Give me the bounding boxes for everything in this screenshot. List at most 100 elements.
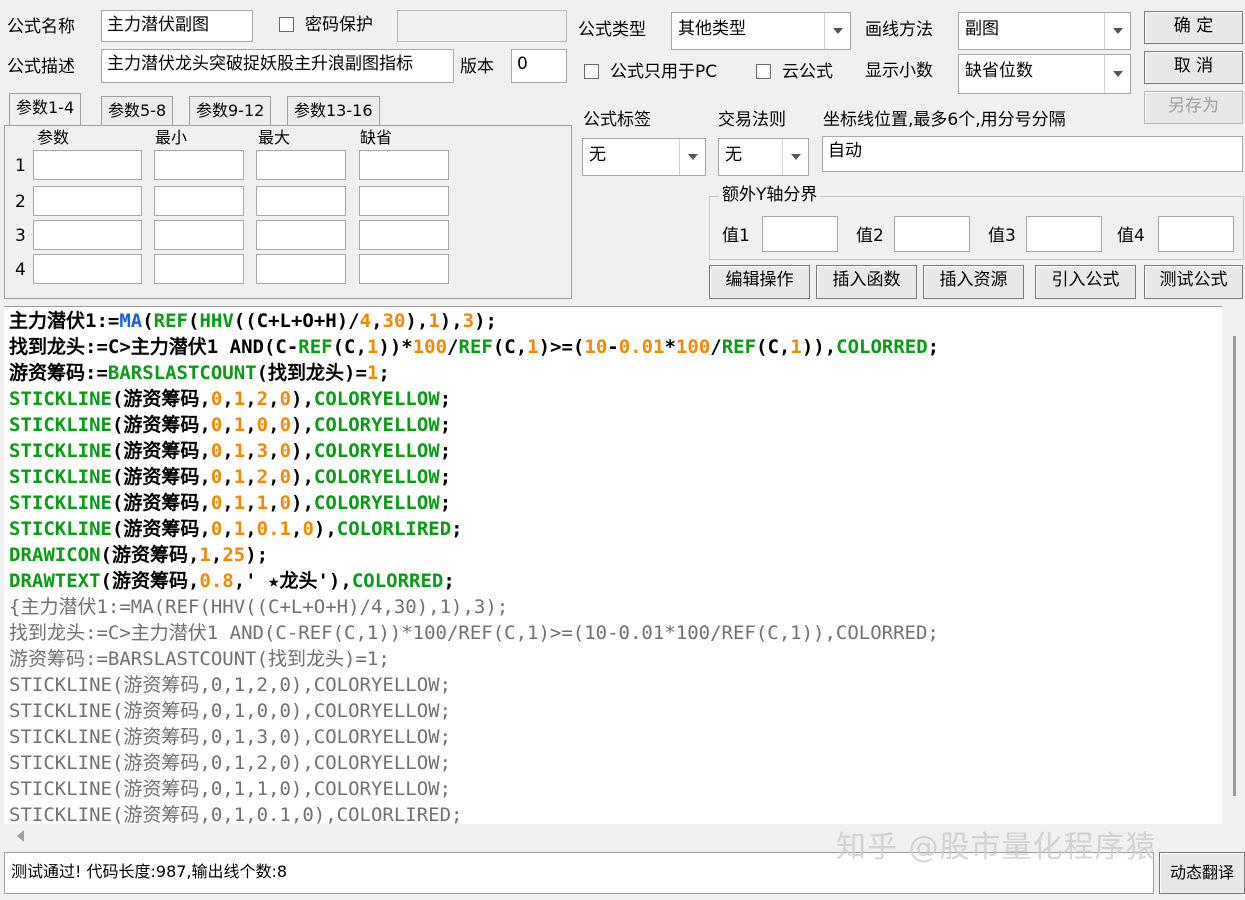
save-as-button[interactable]: 另存为 <box>1144 91 1243 124</box>
code-token: , <box>222 440 234 462</box>
code-token: 0 <box>210 466 223 488</box>
code-token: 0 <box>210 518 223 540</box>
code-line: 游资筹码:=BARSLASTCOUNT(找到龙头)=1; <box>9 360 1222 386</box>
param-row-number: 2 <box>15 192 26 212</box>
param-max-input[interactable] <box>256 220 346 250</box>
code-token: (游资筹码, <box>111 518 211 540</box>
param-default-input[interactable] <box>359 254 449 284</box>
y-value-3-input[interactable] <box>1026 216 1102 252</box>
tab-params-1-4[interactable]: 参数1-4 <box>9 93 82 126</box>
param-max-input[interactable] <box>256 186 346 216</box>
code-token: ), <box>291 466 314 488</box>
password-label: 密码保护 <box>305 15 373 35</box>
code-token: 1 <box>233 518 246 540</box>
ok-button[interactable]: 确 定 <box>1144 11 1243 44</box>
code-token: ); <box>245 544 269 566</box>
code-token: STICKLINE <box>9 388 112 410</box>
code-token: STICKLINE <box>9 466 112 488</box>
decimals-select[interactable]: 缺省位数 <box>958 54 1131 94</box>
edit-operations-button[interactable]: 编辑操作 <box>709 265 810 299</box>
code-token: REF <box>721 336 757 358</box>
draw-method-select[interactable]: 副图 <box>958 12 1131 50</box>
param-name-input[interactable] <box>33 254 142 284</box>
tab-params-13-16[interactable]: 参数13-16 <box>287 96 380 125</box>
pc-only-checkbox[interactable] <box>584 64 599 79</box>
code-token: 0 <box>210 414 223 436</box>
version-input[interactable]: 0 <box>511 49 567 83</box>
code-token: COLORYELLOW <box>313 492 440 514</box>
formula-tag-value: 无 <box>589 145 606 165</box>
code-token: ; <box>439 388 452 410</box>
y-value-4-input[interactable] <box>1158 216 1234 252</box>
trade-rule-label: 交易法则 <box>718 110 786 130</box>
code-token: / <box>710 336 722 358</box>
param-min-input[interactable] <box>154 254 244 284</box>
code-token: 1 <box>233 492 246 514</box>
code-token: , <box>210 544 223 566</box>
pc-only-label: 公式只用于PC <box>610 62 718 82</box>
formula-tag-select[interactable]: 无 <box>582 138 706 176</box>
scroll-left-icon[interactable] <box>12 826 32 846</box>
formula-name-input[interactable]: 主力潜伏副图 <box>101 10 253 42</box>
param-max-input[interactable] <box>256 150 346 180</box>
code-line: STICKLINE(游资筹码,0,1,1,0),COLORYELLOW; <box>9 490 1222 516</box>
insert-function-button[interactable]: 插入函数 <box>816 265 917 299</box>
code-token: MA <box>119 310 143 332</box>
code-content[interactable]: 主力潜伏1:=MA(REF(HHV((C+L+O+H)/4,30),1),3);… <box>4 307 1222 824</box>
cloud-formula-checkbox[interactable] <box>756 64 771 79</box>
insert-resource-button[interactable]: 插入资源 <box>923 265 1024 299</box>
param-name-input[interactable] <box>33 150 142 180</box>
vertical-scrollbar-thumb[interactable] <box>1233 336 1236 796</box>
code-token: (游资筹码, <box>111 440 211 462</box>
password-checkbox[interactable] <box>279 17 294 32</box>
coord-line-input[interactable]: 自动 <box>822 136 1243 172</box>
code-token: STICKLINE <box>9 440 112 462</box>
test-formula-button[interactable]: 测试公式 <box>1144 265 1243 299</box>
code-token: DRAWTEXT <box>9 570 101 592</box>
vertical-scrollbar[interactable] <box>1222 306 1241 824</box>
param-name-input[interactable] <box>33 186 142 216</box>
code-token: 0 <box>210 388 223 410</box>
param-min-input[interactable] <box>154 150 244 180</box>
param-max-input[interactable] <box>256 254 346 284</box>
code-line: DRAWTEXT(游资筹码,0.8,' ★龙头'),COLORRED; <box>9 568 1222 594</box>
y-value-1-input[interactable] <box>762 216 838 252</box>
code-token: ))* <box>378 336 413 358</box>
cancel-button[interactable]: 取 消 <box>1144 51 1243 84</box>
param-default-input[interactable] <box>359 150 449 180</box>
param-default-input[interactable] <box>359 220 449 250</box>
code-token: ( <box>142 310 154 332</box>
draw-method-value: 副图 <box>965 19 999 39</box>
import-formula-button[interactable]: 引入公式 <box>1035 265 1136 299</box>
param-name-input[interactable] <box>33 220 142 250</box>
formula-type-select[interactable]: 其他类型 <box>671 12 851 50</box>
tab-params-9-12[interactable]: 参数9-12 <box>189 96 272 125</box>
code-token: , <box>222 414 234 436</box>
code-token: 游资筹码:= <box>9 362 108 384</box>
trade-rule-select[interactable]: 无 <box>718 138 809 176</box>
decimals-value: 缺省位数 <box>965 61 1033 81</box>
dynamic-translate-button[interactable]: 动态翻译 <box>1159 852 1245 894</box>
code-line: STICKLINE(游资筹码,0,1,0,0),COLORYELLOW; <box>9 412 1222 438</box>
code-token: 4 <box>359 310 372 332</box>
param-min-input[interactable] <box>154 186 244 216</box>
code-token: ; <box>439 414 452 436</box>
y-value-2-input[interactable] <box>894 216 970 252</box>
code-token: , <box>222 388 234 410</box>
code-token: (游资筹码, <box>111 388 211 410</box>
code-token: , <box>371 310 383 332</box>
param-default-input[interactable] <box>359 186 449 216</box>
code-token: 找到龙头:=C>主力潜伏1 AND(C-REF(C,1))*100/REF(C,… <box>9 622 939 644</box>
formula-type-label: 公式类型 <box>578 20 646 40</box>
tab-params-5-8[interactable]: 参数5-8 <box>101 96 174 125</box>
formula-type-value: 其他类型 <box>678 19 746 39</box>
password-input[interactable] <box>397 10 567 42</box>
chevron-down-icon <box>1104 55 1130 93</box>
formula-desc-input[interactable]: 主力潜伏龙头突破捉妖股主升浪副图指标 <box>101 49 454 83</box>
code-token: ), <box>439 310 463 332</box>
draw-method-label: 画线方法 <box>865 20 933 40</box>
code-editor[interactable]: 主力潜伏1:=MA(REF(HHV((C+L+O+H)/4,30),1),3);… <box>4 306 1222 824</box>
code-token: ); <box>474 310 497 332</box>
param-min-input[interactable] <box>154 220 244 250</box>
code-token: 3 <box>462 310 475 332</box>
